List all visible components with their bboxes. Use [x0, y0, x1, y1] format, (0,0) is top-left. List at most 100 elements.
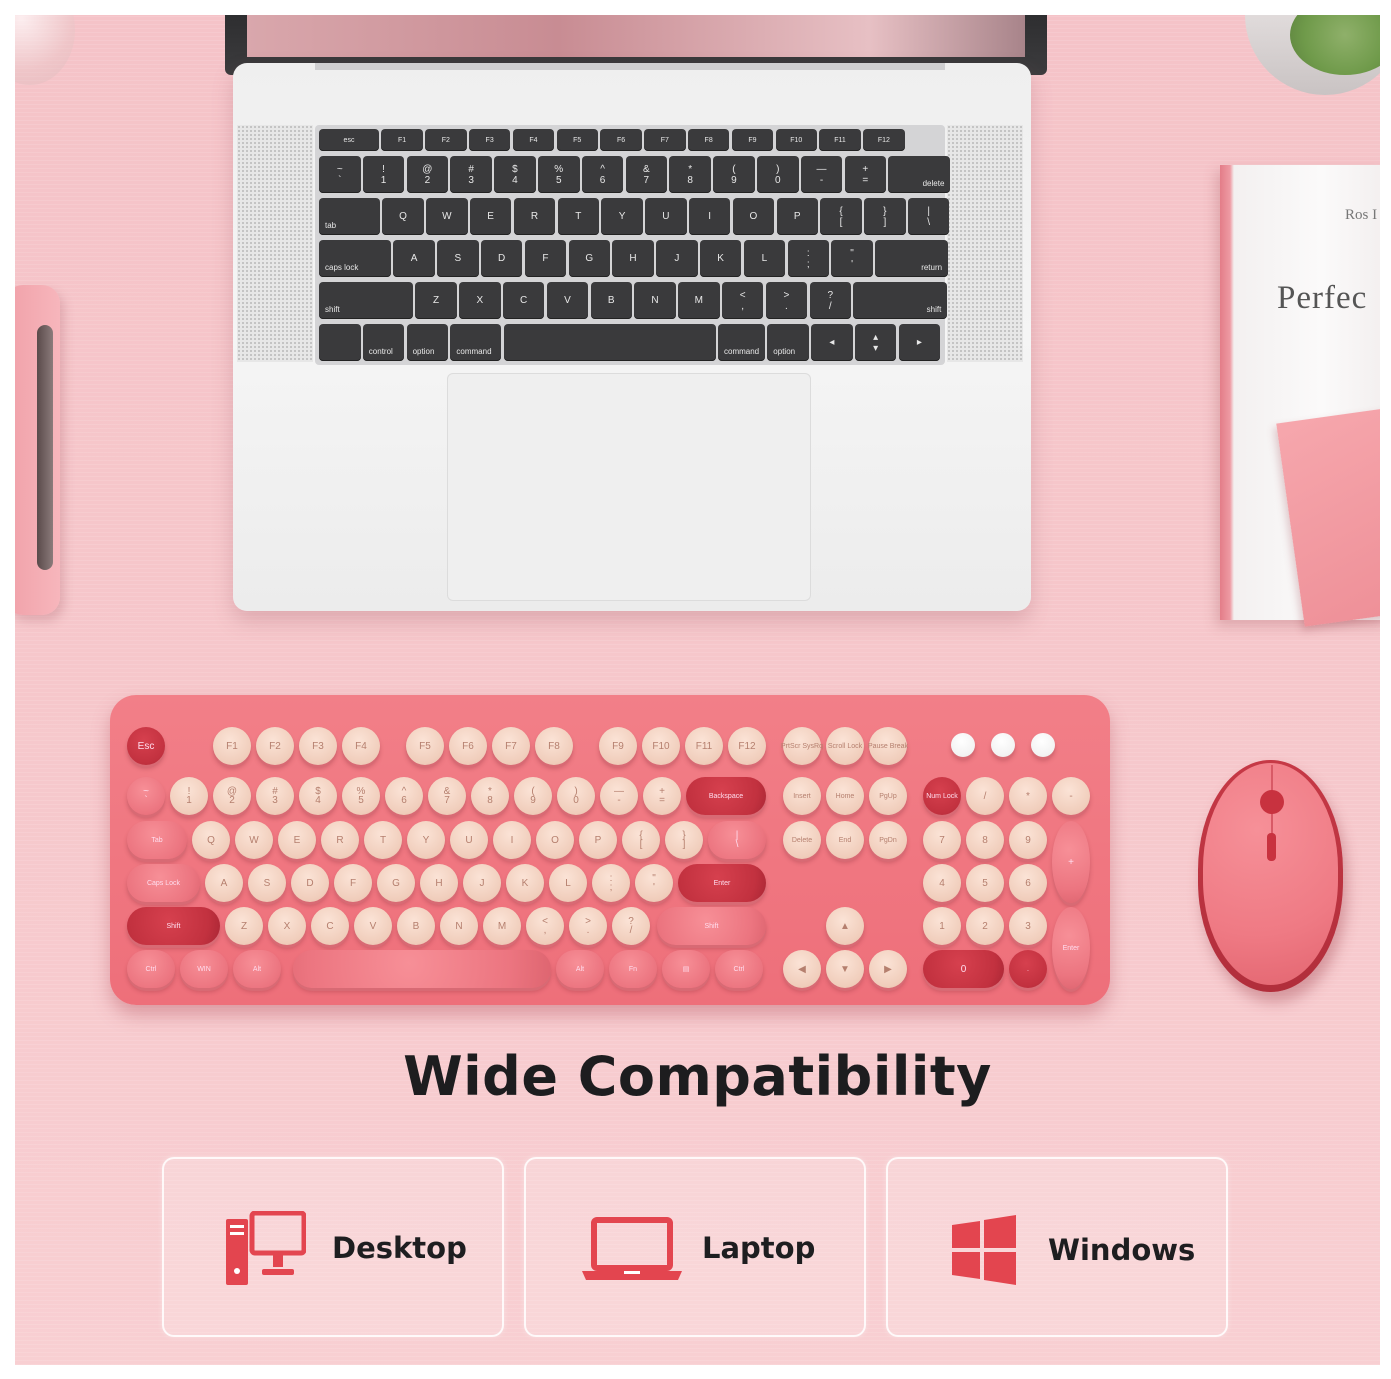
- laptop-key-m: M: [678, 282, 720, 319]
- keyboard-key-e: E: [278, 821, 316, 859]
- keyboard-key-f5: F5: [406, 727, 444, 765]
- laptop-key-5: % 5: [538, 156, 580, 193]
- laptop-key-7: & 7: [625, 156, 668, 193]
- laptop-key-2: @ 2: [406, 156, 449, 193]
- keyboard-key-m: M: [483, 907, 521, 945]
- laptop-key-sym: { [: [820, 198, 862, 235]
- keyboard-key-s: S: [248, 864, 286, 902]
- glass-prop: [15, 15, 75, 85]
- keyboard-key-f: F: [334, 864, 372, 902]
- keyboard-key-sym: < ,: [526, 907, 564, 945]
- keyboard-key-scroll-lock: Scroll Lock: [826, 727, 864, 765]
- keyboard-key-5: 5: [966, 864, 1004, 902]
- compat-card-desktop: Desktop: [162, 1157, 504, 1337]
- keyboard-key-6: 6: [1009, 864, 1047, 902]
- laptop-key-sym: : ;: [787, 240, 829, 277]
- keyboard-key-end: End: [826, 821, 864, 859]
- laptop-key-p: P: [776, 198, 818, 235]
- pink-speaker: [15, 285, 60, 615]
- keyboard-key-sym: ▤: [662, 950, 710, 988]
- laptop-key-h: H: [612, 240, 654, 277]
- keyboard-key-win: WIN: [180, 950, 228, 988]
- laptop-key-return: return: [875, 240, 949, 277]
- keyboard-key-sym: ? /: [612, 907, 650, 945]
- laptop-key-a: A: [393, 240, 435, 277]
- keyboard-key-prtscr-sysrq: PrtScr SysRq: [781, 727, 823, 765]
- desktop-icon: [226, 1211, 306, 1285]
- laptop-key-sym: } ]: [864, 198, 906, 235]
- laptop-key-9: ( 9: [713, 156, 755, 193]
- keyboard-key-sym: — -: [600, 777, 638, 815]
- keyboard-key-b: B: [397, 907, 435, 945]
- keyboard-key-num-lock: Num Lock: [923, 777, 961, 815]
- keyboard-key-caps-lock: Caps Lock: [127, 864, 200, 902]
- keyboard-key-f12: F12: [728, 727, 766, 765]
- keyboard-key-ctrl: Ctrl: [127, 950, 175, 988]
- keyboard-key-l: L: [549, 864, 587, 902]
- keyboard-key-a: A: [205, 864, 243, 902]
- keyboard-key-sym: .: [1009, 950, 1047, 988]
- keyboard-key-fn: Fn: [609, 950, 657, 988]
- keyboard-key-sym: ~ `: [127, 777, 165, 815]
- keyboard-key-2: 2: [966, 907, 1004, 945]
- laptop-key-f2: F2: [425, 129, 467, 151]
- laptop-key-f8: F8: [687, 129, 730, 151]
- keyboard-key-t: T: [364, 821, 402, 859]
- keyboard-key-delete: Delete: [783, 821, 821, 859]
- keyboard-key-f10: F10: [642, 727, 680, 765]
- keyboard-key-sym: } ]: [665, 821, 703, 859]
- laptop-key-command: command: [450, 324, 502, 361]
- laptop-key-e: E: [469, 198, 512, 235]
- laptop-key-s: S: [437, 240, 479, 277]
- laptop-key-n: N: [634, 282, 676, 319]
- keyboard-key-y: Y: [407, 821, 445, 859]
- keyboard-key-f8: F8: [535, 727, 573, 765]
- laptop-key-f7: F7: [644, 129, 686, 151]
- keyboard-key-v: V: [354, 907, 392, 945]
- laptop-key-g: G: [568, 240, 610, 277]
- compat-card-windows: Windows: [886, 1157, 1228, 1337]
- keyboard-key-7: 7: [923, 821, 961, 859]
- keyboard-key-sym: ▶: [869, 950, 907, 988]
- left-speaker-grille: [237, 125, 313, 362]
- compat-card-laptop: Laptop: [524, 1157, 866, 1337]
- laptop-key-y: Y: [601, 198, 643, 235]
- keyboard-key-f4: F4: [342, 727, 380, 765]
- keyboard-key-3: # 3: [256, 777, 294, 815]
- laptop-key-4: $ 4: [494, 156, 536, 193]
- keyboard-key-1: 1: [923, 907, 961, 945]
- laptop-key-i: I: [688, 198, 731, 235]
- keyboard-key-f3: F3: [299, 727, 337, 765]
- laptop-key-t: T: [557, 198, 599, 235]
- laptop-key-caps-lock: caps lock: [319, 240, 391, 277]
- keyboard-key-insert: Insert: [783, 777, 821, 815]
- keyboard-key-sym: +: [1052, 821, 1090, 903]
- laptop-key-f6: F6: [600, 129, 642, 151]
- keyboard-key-pgup: PgUp: [869, 777, 907, 815]
- keyboard-key-p: P: [579, 821, 617, 859]
- keyboard-key-shift: Shift: [657, 907, 766, 945]
- keyboard-key-sym: ▲: [826, 907, 864, 945]
- laptop-key-k: K: [699, 240, 742, 277]
- keyboard-key-g: G: [377, 864, 415, 902]
- laptop-key-1: ! 1: [362, 156, 405, 193]
- keyboard-key-4: $ 4: [299, 777, 337, 815]
- headline: Wide Compatibility: [403, 1045, 992, 1108]
- compat-label-windows: Windows: [1048, 1233, 1196, 1267]
- laptop-key-f4: F4: [512, 129, 555, 151]
- keyboard-key-7: & 7: [428, 777, 466, 815]
- mouse-scroll-wheel: [1260, 790, 1284, 814]
- keyboard-key-f2: F2: [256, 727, 294, 765]
- keyboard-key-d: D: [291, 864, 329, 902]
- keyboard-key-f7: F7: [492, 727, 530, 765]
- keyboard-key-o: O: [536, 821, 574, 859]
- book-title: Perfec: [1277, 280, 1368, 316]
- keyboard-key-alt: Alt: [233, 950, 281, 988]
- laptop-key-f1: F1: [381, 129, 423, 151]
- indicator-light: [991, 733, 1015, 757]
- compat-label-laptop: Laptop: [702, 1231, 816, 1265]
- keyboard-key-blank: [293, 950, 551, 988]
- laptop-key-r: R: [513, 198, 556, 235]
- keyboard-key-tab: Tab: [127, 821, 187, 859]
- keyboard-key-3: 3: [1009, 907, 1047, 945]
